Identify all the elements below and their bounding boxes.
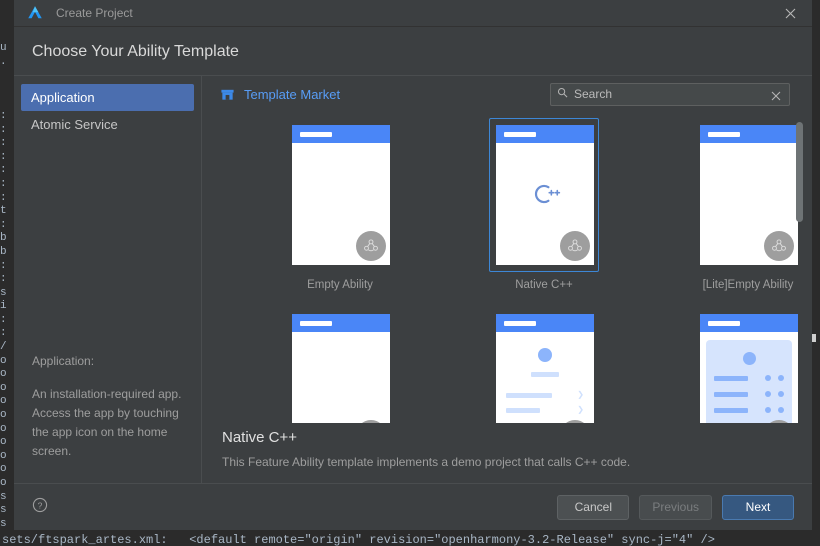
thumb-avatar-dot — [538, 348, 552, 362]
ability-category-pane: Application Atomic Service Application: … — [14, 76, 202, 483]
thumb-dot-group — [765, 391, 784, 397]
template-label: Empty Ability — [307, 279, 373, 291]
search-box[interactable] — [550, 82, 790, 106]
clear-icon[interactable] — [771, 88, 783, 101]
svg-text:?: ? — [38, 500, 43, 510]
cancel-button[interactable]: Cancel — [557, 494, 630, 520]
template-market-bar: Template Market — [202, 76, 812, 112]
template-thumb-frame — [693, 307, 803, 423]
template-detail: Native C++ This Feature Ability template… — [202, 423, 812, 483]
chevron-right-icon: ❯ — [577, 405, 584, 414]
thumb-list-row: ❯ — [506, 391, 584, 399]
harmony-badge-icon — [356, 420, 386, 423]
template-thumbnail — [292, 125, 390, 265]
template-card-empty-ability[interactable]: Empty Ability — [238, 118, 442, 291]
templates-scrollbar-thumb[interactable] — [796, 122, 803, 222]
thumb-list-row: ❯ — [506, 406, 584, 414]
next-button[interactable]: Next — [722, 494, 794, 520]
thumb-row-bar — [506, 422, 530, 423]
cpp-logo-icon — [496, 183, 594, 205]
template-card-row2-1[interactable] — [238, 307, 442, 423]
thumb-appbar — [496, 314, 594, 332]
thumb-card-panel — [706, 340, 792, 423]
template-thumb-frame — [693, 118, 803, 272]
previous-button[interactable]: Previous — [639, 494, 712, 520]
template-thumbnail — [292, 314, 390, 423]
thumb-dot-group — [765, 407, 784, 413]
ide-bottom-code-line: sets/ftspark_artes.xml: <default remote=… — [0, 529, 820, 546]
templates-grid: Empty Ability Native C++ [Lite]Empty Abi… — [202, 118, 812, 423]
thumb-list-art: ❯ ❯ ❯ — [496, 332, 594, 423]
thumb-card-line — [714, 407, 784, 413]
dialog-footer: ? Cancel Previous Next — [14, 483, 812, 530]
thumb-appbar — [700, 314, 798, 332]
dialog-title: Create Project — [56, 6, 133, 20]
ide-right-gutter — [812, 0, 820, 546]
template-card-lite-empty-ability[interactable]: [Lite]Empty Ability — [646, 118, 812, 291]
thumb-row-bar — [506, 407, 540, 413]
close-icon[interactable] — [768, 0, 812, 27]
thumb-avatar-dot — [742, 352, 756, 365]
template-label: [Lite]Empty Ability — [702, 279, 794, 291]
help-circle-icon[interactable]: ? — [32, 497, 48, 518]
thumb-appbar — [496, 125, 594, 143]
template-market-label: Template Market — [244, 86, 341, 102]
template-label: Native C++ — [515, 279, 573, 291]
dialog-titlebar: Create Project — [14, 0, 812, 27]
template-card-row2-2[interactable]: ❯ ❯ ❯ — [442, 307, 646, 423]
template-market-icon — [220, 87, 235, 102]
thumb-row-bar — [714, 375, 748, 381]
thumb-row-bar — [714, 391, 748, 397]
category-description-body: An installation-required app. Access the… — [32, 387, 182, 458]
sidebar-item-atomic-service[interactable]: Atomic Service — [21, 111, 194, 138]
search-input[interactable] — [574, 87, 765, 101]
template-pane: Template Market Search Empty Ability Nat… — [202, 76, 812, 483]
thumb-dot-group — [765, 375, 784, 381]
template-thumbnail — [700, 314, 798, 423]
dialog-body: Application Atomic Service Application: … — [14, 75, 812, 483]
thumb-title-bar — [531, 372, 559, 377]
thumb-row-bar — [506, 392, 552, 398]
thumb-appbar — [292, 125, 390, 143]
template-thumb-frame — [285, 307, 395, 423]
harmony-badge-icon — [356, 231, 386, 261]
left-pane-spacer — [14, 138, 201, 352]
category-description-title: Application: — [32, 354, 95, 368]
sidebar-item-label: Atomic Service — [31, 117, 118, 132]
template-thumb-frame — [489, 118, 599, 272]
template-thumbnail: ❯ ❯ ❯ — [496, 314, 594, 423]
thumb-card-line — [714, 391, 784, 397]
thumb-row-bar — [714, 407, 748, 413]
devtools-logo-icon — [26, 4, 44, 22]
template-thumb-frame: ❯ ❯ ❯ — [489, 307, 599, 423]
harmony-badge-icon — [560, 231, 590, 261]
thumb-card-line — [714, 375, 784, 381]
thumb-list-rows: ❯ ❯ ❯ — [506, 391, 584, 423]
search-icon — [557, 85, 568, 103]
template-thumb-frame — [285, 118, 395, 272]
template-thumbnail — [700, 125, 798, 265]
template-detail-description: This Feature Ability template implements… — [222, 455, 631, 469]
template-card-native-cpp[interactable]: Native C++ — [442, 118, 646, 291]
template-detail-title: Native C++ — [222, 429, 298, 446]
category-list: Application Atomic Service — [14, 84, 201, 138]
harmony-badge-icon — [764, 231, 794, 261]
templates-scroll-area[interactable]: Empty Ability Native C++ [Lite]Empty Abi… — [202, 112, 812, 423]
templates-scrollbar-track[interactable] — [796, 116, 803, 415]
ide-left-gutter-text: u . : : : : : : : t : b b : : s i : : / … — [0, 0, 14, 546]
thumb-appbar — [292, 314, 390, 332]
template-card-row2-3[interactable] — [646, 307, 812, 423]
template-thumbnail — [496, 125, 594, 265]
sidebar-item-application[interactable]: Application — [21, 84, 194, 111]
chevron-right-icon: ❯ — [577, 390, 584, 399]
category-description: Application: An installation-required ap… — [14, 352, 201, 483]
create-project-dialog: Create Project Choose Your Ability Templ… — [14, 0, 812, 530]
thumb-card-art — [700, 332, 798, 423]
thumb-appbar — [700, 125, 798, 143]
template-market-link[interactable]: Template Market — [220, 87, 340, 102]
sidebar-item-label: Application — [31, 90, 95, 105]
page-title: Choose Your Ability Template — [32, 43, 239, 60]
